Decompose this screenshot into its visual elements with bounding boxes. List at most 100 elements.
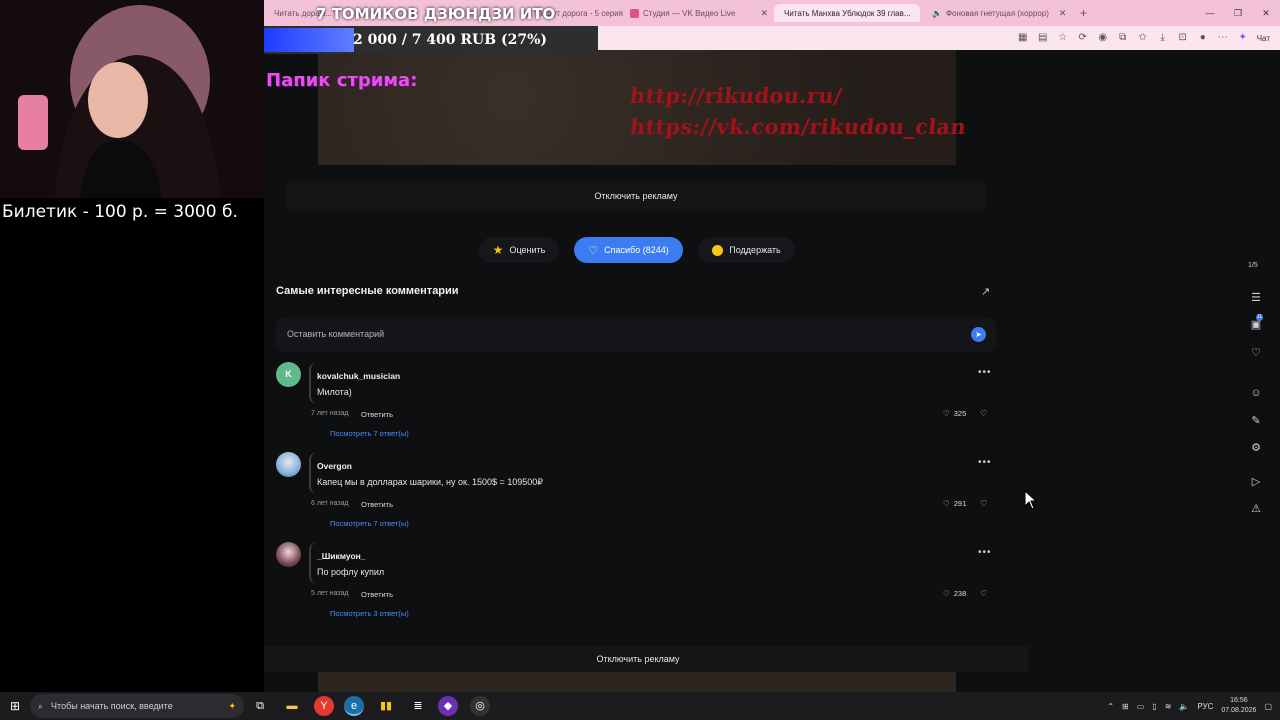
papik-label: Папик стрима: [266,70,418,91]
stats-icon[interactable]: ▮▮ [376,696,396,716]
disable-ads-button[interactable]: Отключить рекламу [248,646,1028,672]
thanks-button[interactable]: ♡ Спасибо (8244) [574,237,683,263]
avatar[interactable] [276,542,301,567]
avatar[interactable]: K [276,362,301,387]
twitch-icon[interactable]: ◆ [438,696,458,716]
maximize-icon[interactable]: ❐ [1224,0,1252,26]
collections-icon[interactable]: ⧉ [1117,32,1129,44]
yandex-browser-icon[interactable]: Y [314,696,334,716]
task-view-icon[interactable]: ⧉ [250,696,270,716]
comment-text: Капец мы в долларах шарики, ну ок. 1500$… [317,477,543,487]
close-window-icon[interactable]: ✕ [1252,0,1280,26]
reader-icon[interactable]: ▤ [1037,32,1049,44]
close-icon[interactable]: ✕ [754,8,768,19]
like-button[interactable]: ♡ 291 [943,499,966,508]
disable-ads-button[interactable]: Отключить рекламу [286,183,986,209]
tab-4[interactable]: Читать Манхва Ублюдок 39 глав... ✕ [774,4,920,22]
obs-icon[interactable]: ◎ [470,696,490,716]
copilot-icon[interactable]: ✦ [1237,32,1249,44]
screenshot-icon[interactable]: ⊡ [1177,32,1189,44]
emoji-icon[interactable]: ☺ [1249,386,1263,400]
clock[interactable]: 16:56 07.08.2026 [1221,696,1256,716]
rate-button[interactable]: ★ Оценить [479,237,559,263]
ad-image[interactable]: http://rikudou.ru/ https://vk.com/rikudo… [318,50,967,165]
like-button[interactable]: ♡ 238 [943,589,966,598]
comment-author[interactable]: _Шикмуон_ [317,551,366,561]
clock-date: 07.08.2026 [1221,707,1257,714]
notepad-icon[interactable]: ≣ [408,696,428,716]
favorite-star-icon[interactable]: ☆ [1057,32,1069,44]
like-count: 325 [953,409,967,418]
new-tab-button[interactable]: + [1074,4,1094,22]
expand-arrow-icon[interactable]: ↗ [981,285,993,298]
refresh-icon[interactable]: ⟳ [1077,32,1089,44]
comment-author[interactable]: Overgon [317,461,352,471]
dislike-icon[interactable]: ♡ [980,589,987,598]
tab-5[interactable]: 🔈 Фоновая гнетущая (хоррор) ✕ [922,4,1068,22]
file-explorer-icon[interactable]: ▬ [282,696,302,716]
split-screen-icon[interactable]: ▦ [1017,32,1029,44]
heart-icon: ♡ [943,499,950,508]
taskbar-search[interactable]: ⌕ Чтобы начать поиск, введите ✦ [30,694,244,718]
comment-item: K kovalchuk_musician Милота) ••• 7 лет н… [276,362,996,442]
heart-icon[interactable]: ♡ [1249,346,1263,360]
stream-overlay-panel [0,198,264,692]
minimize-icon[interactable]: — [1196,0,1224,26]
comment-item: Overgon Капец мы в долларах шарики, ну о… [276,452,996,532]
close-icon[interactable]: ✕ [1053,8,1067,19]
language-indicator[interactable]: РУС [1197,702,1213,711]
send-icon[interactable]: ➤ [971,327,986,342]
chapter-list-icon[interactable]: ☰ [1249,291,1263,305]
comments-title: Самые интересные комментарии [276,285,459,297]
like-button[interactable]: ♡ 325 [943,409,966,418]
reply-button[interactable]: Ответить [361,500,393,509]
download-icon[interactable]: ⤓ [1157,32,1169,44]
chevron-up-icon[interactable]: ⌃ [1107,702,1114,711]
battery-icon[interactable]: ▯ [1152,702,1156,711]
more-options-icon[interactable]: ••• [978,367,992,378]
extension-icon[interactable]: ◉ [1097,32,1109,44]
windows-start-icon[interactable]: ⊞ [8,699,22,713]
favorites-icon[interactable]: ✩ [1137,32,1149,44]
network-icon[interactable]: ⊞ [1122,702,1129,711]
wifi-icon[interactable]: ≋ [1165,702,1172,711]
settings-icon[interactable]: ⚙ [1249,441,1263,455]
edge-browser-icon[interactable]: e [344,696,364,716]
comment-input[interactable]: Оставить комментарий [276,317,996,352]
comment-bubble [309,542,996,584]
close-icon[interactable]: ✕ [915,8,920,19]
windows-taskbar: ⊞ ⌕ Чтобы начать поиск, введите ✦ ⧉ ▬ Y … [0,692,1280,720]
view-replies-link[interactable]: Посмотреть 3 ответ(ы) [330,609,409,618]
chat-label[interactable]: Чат [1257,34,1270,43]
play-icon[interactable]: ▷ [1249,475,1263,489]
volume-icon[interactable]: 🔈 [1179,702,1189,711]
support-label: Поддержать [729,245,781,255]
coin-icon [712,244,724,256]
tab-3[interactable]: Студия — VK Видео Live ✕ [624,4,774,22]
vk-video-icon [630,8,639,18]
notifications-icon[interactable]: ▢ [1264,702,1272,711]
support-button[interactable]: Поддержать [698,237,795,263]
view-replies-link[interactable]: Посмотреть 7 ответ(ы) [330,429,409,438]
search-placeholder: Чтобы начать поиск, введите [51,701,173,711]
more-options-icon[interactable]: ••• [978,547,992,558]
avatar[interactable] [276,452,301,477]
usb-icon[interactable]: ▭ [1137,702,1145,711]
profile-icon[interactable]: ● [1197,32,1209,44]
more-options-icon[interactable]: ••• [978,457,992,468]
menu-dots-icon[interactable]: ⋯ [1217,32,1229,44]
reply-button[interactable]: Ответить [361,410,393,419]
webcam-video [0,0,264,198]
pencil-icon[interactable]: ✎ [1249,414,1263,428]
tab-label: Фоновая гнетущая (хоррор) [945,8,1049,18]
comments-icon[interactable]: ▣ 11 [1249,314,1264,332]
comment-author[interactable]: kovalchuk_musician [317,371,400,381]
reply-button[interactable]: Ответить [361,590,393,599]
tab-label: Студия — VK Видео Live [643,8,736,18]
rate-label: Оценить [509,245,546,255]
warning-icon[interactable]: ⚠ [1249,502,1263,516]
view-replies-link[interactable]: Посмотреть 7 ответ(ы) [330,519,409,528]
ad-image[interactable] [318,672,956,692]
dislike-icon[interactable]: ♡ [980,409,987,418]
dislike-icon[interactable]: ♡ [980,499,987,508]
